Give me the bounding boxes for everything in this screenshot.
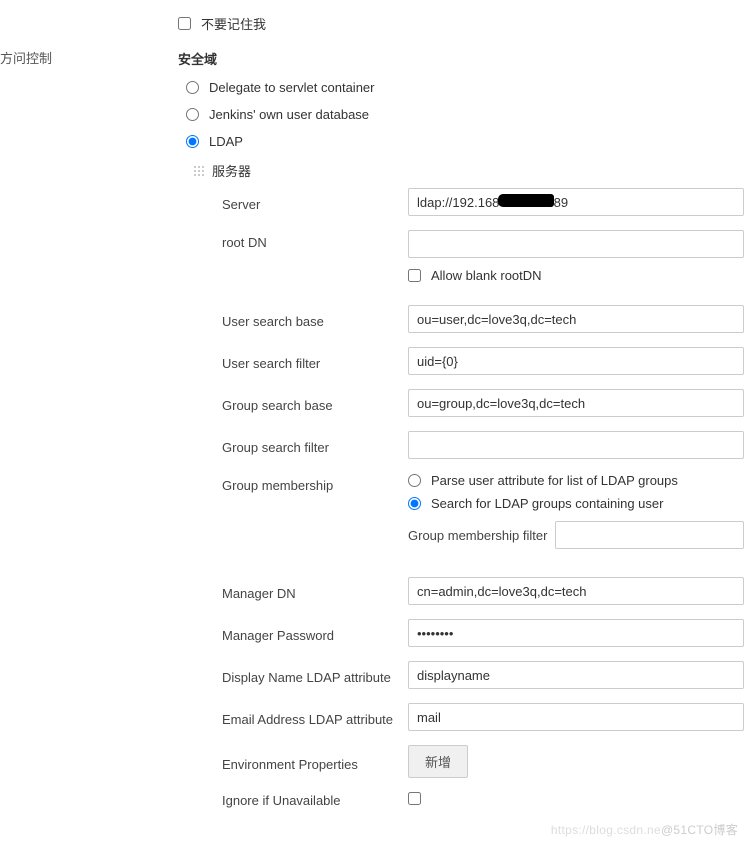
ldap-section: 服务器 Server root DN Allow blank rootDN Us…	[194, 161, 744, 808]
root-dn-input[interactable]	[408, 230, 744, 258]
user-search-filter-label: User search filter	[222, 351, 408, 371]
realm-jenkins-row: Jenkins' own user database	[186, 107, 744, 122]
ignore-unavailable-checkbox[interactable]	[408, 792, 421, 805]
allow-blank-rootdn-checkbox[interactable]	[408, 269, 421, 282]
display-name-attr-row: Display Name LDAP attribute	[222, 661, 744, 689]
manager-password-label: Manager Password	[222, 623, 408, 643]
watermark-left: https://blog.csdn.ne	[551, 823, 661, 837]
watermark-right: @51CTO博客	[661, 823, 738, 837]
group-search-base-row: Group search base	[222, 389, 744, 417]
server-field-row: Server	[222, 188, 744, 216]
membership-search-label: Search for LDAP groups containing user	[431, 496, 663, 511]
group-search-base-input[interactable]	[408, 389, 744, 417]
display-name-attr-label: Display Name LDAP attribute	[222, 665, 408, 685]
root-dn-field-row: root DN Allow blank rootDN	[222, 230, 744, 283]
user-search-base-input[interactable]	[408, 305, 744, 333]
root-dn-label: root DN	[222, 230, 408, 250]
ignore-unavailable-label: Ignore if Unavailable	[222, 793, 408, 808]
membership-parse-label: Parse user attribute for list of LDAP gr…	[431, 473, 678, 488]
env-props-label: Environment Properties	[222, 752, 408, 772]
membership-parse-radio[interactable]	[408, 474, 421, 487]
membership-filter-input[interactable]	[555, 521, 744, 549]
realm-servlet-row: Delegate to servlet container	[186, 80, 744, 95]
servers-label: 服务器	[212, 161, 251, 180]
manager-password-row: Manager Password	[222, 619, 744, 647]
user-search-filter-input[interactable]	[408, 347, 744, 375]
realm-servlet-radio[interactable]	[186, 81, 199, 94]
add-env-prop-button[interactable]: 新增	[408, 745, 468, 778]
group-search-filter-input[interactable]	[408, 431, 744, 459]
email-attr-row: Email Address LDAP attribute	[222, 703, 744, 731]
remember-me-row: 不要记住我	[178, 14, 744, 33]
security-realm-title: 安全域	[178, 49, 744, 68]
membership-parse-row: Parse user attribute for list of LDAP gr…	[408, 473, 744, 488]
servers-header: 服务器	[192, 161, 744, 180]
drag-handle-icon[interactable]	[192, 164, 206, 178]
group-search-base-label: Group search base	[222, 393, 408, 413]
group-membership-label: Group membership	[222, 473, 408, 493]
membership-filter-label: Group membership filter	[408, 528, 547, 543]
membership-search-row: Search for LDAP groups containing user	[408, 496, 744, 511]
realm-jenkins-radio[interactable]	[186, 108, 199, 121]
email-attr-input[interactable]	[408, 703, 744, 731]
realm-ldap-label: LDAP	[209, 134, 243, 149]
realm-jenkins-label: Jenkins' own user database	[209, 107, 369, 122]
membership-search-radio[interactable]	[408, 497, 421, 510]
allow-blank-rootdn-label: Allow blank rootDN	[431, 268, 542, 283]
manager-dn-input[interactable]	[408, 577, 744, 605]
dont-remember-checkbox[interactable]	[178, 17, 191, 30]
allow-blank-rootdn-row: Allow blank rootDN	[408, 268, 744, 283]
user-search-filter-row: User search filter	[222, 347, 744, 375]
user-search-base-label: User search base	[222, 309, 408, 329]
dont-remember-label: 不要记住我	[201, 14, 266, 33]
realm-servlet-label: Delegate to servlet container	[209, 80, 374, 95]
manager-password-input[interactable]	[408, 619, 744, 647]
group-search-filter-label: Group search filter	[222, 435, 408, 455]
ignore-unavailable-row: Ignore if Unavailable	[222, 792, 744, 808]
manager-dn-row: Manager DN	[222, 577, 744, 605]
watermark: https://blog.csdn.ne@51CTO博客	[551, 821, 738, 838]
display-name-attr-input[interactable]	[408, 661, 744, 689]
email-attr-label: Email Address LDAP attribute	[222, 707, 408, 727]
user-search-base-row: User search base	[222, 305, 744, 333]
manager-dn-label: Manager DN	[222, 581, 408, 601]
server-input[interactable]	[408, 188, 744, 216]
main-content: 不要记住我 安全域 Delegate to servlet container …	[178, 14, 744, 808]
server-label: Server	[222, 192, 408, 212]
group-membership-row: Group membership Parse user attribute fo…	[222, 473, 744, 549]
membership-filter-row: Group membership filter	[408, 521, 744, 549]
group-search-filter-row: Group search filter	[222, 431, 744, 459]
sidebar-access-control: 方问控制	[0, 48, 52, 67]
env-props-row: Environment Properties 新增	[222, 745, 744, 778]
realm-ldap-radio[interactable]	[186, 135, 199, 148]
realm-ldap-row: LDAP	[186, 134, 744, 149]
